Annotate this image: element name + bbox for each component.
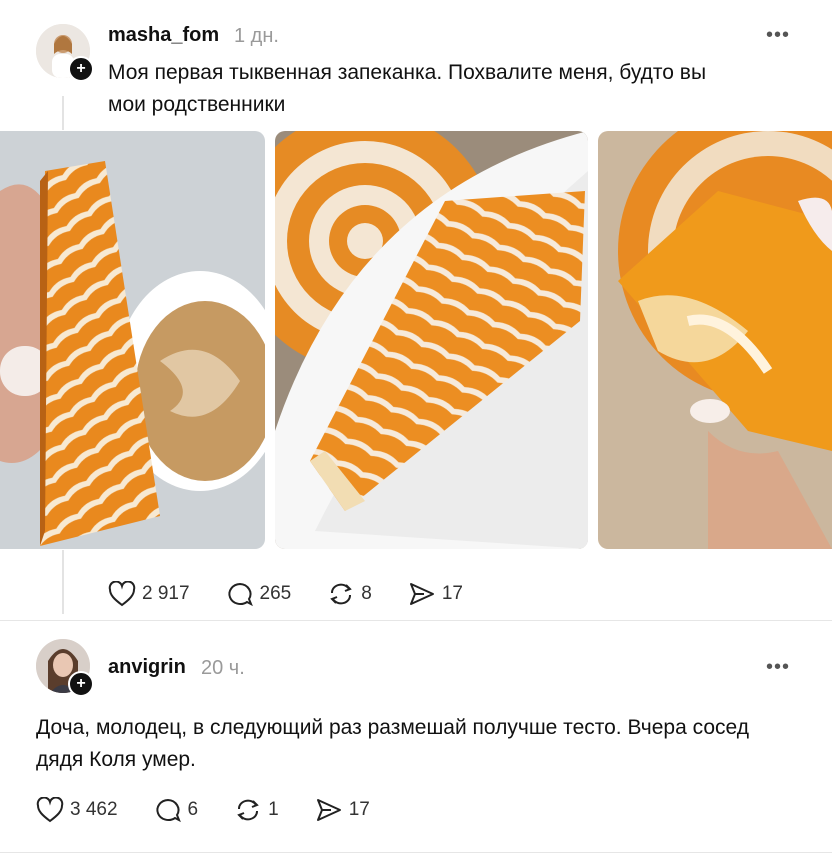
post-image-3[interactable] [598,131,832,549]
reply-text-line: Доча, молодец, в следующий раз размешай … [36,716,749,739]
post-image-1[interactable] [0,131,265,549]
post-username[interactable]: masha_fom [108,24,219,47]
reply-text-line: дядя Коля умер. [36,748,196,771]
post-image-2[interactable] [275,131,588,549]
post-masha: + masha_fom 1 дн. ••• Моя первая тыквенн… [0,0,832,620]
repost-icon [330,583,353,605]
share-button[interactable]: 17 [315,797,370,823]
reply-actions: 3 462 6 1 17 [36,797,406,823]
more-icon[interactable]: ••• [766,24,790,47]
casserole-slice-photo [0,131,265,549]
comment-count: 265 [259,583,292,604]
comment-icon [227,582,253,607]
repost-button[interactable]: 1 [234,797,279,823]
share-icon [316,799,341,821]
share-count: 17 [441,583,463,604]
reply-text: Доча, молодец, в следующий раз размешай … [36,712,816,776]
share-button[interactable]: 17 [408,581,463,607]
share-icon [409,583,434,605]
reply-time[interactable]: 20 ч. [201,657,245,680]
heart-icon [108,581,136,607]
thread-line [62,96,64,130]
heart-icon [36,797,64,823]
avatar-badge-wrap: + [36,24,94,82]
repost-button[interactable]: 8 [327,581,372,607]
avatar-badge-wrap: + [36,639,94,697]
casserole-bite-photo [598,131,832,549]
repost-icon [237,799,259,821]
follow-plus-icon[interactable]: + [68,671,94,697]
more-icon[interactable]: ••• [766,656,790,679]
repost-count: 8 [361,583,372,604]
post-anvigrin: + anvigrin 20 ч. ••• Доча, молодец, в сл… [0,621,832,856]
post-text-line: Моя первая тыквенная запеканка. Похвалит… [108,61,707,84]
reply-username[interactable]: anvigrin [108,656,186,679]
divider [0,852,832,853]
post-text-line: мои родственники [108,93,286,116]
post-time[interactable]: 1 дн. [234,25,279,48]
like-count: 3 462 [70,799,118,820]
thread-line [62,550,64,614]
like-button[interactable]: 2 917 [108,581,190,607]
like-button[interactable]: 3 462 [36,797,118,823]
like-count: 2 917 [142,583,190,604]
post-actions: 2 917 265 8 17 [108,581,499,607]
comment-icon [155,798,181,823]
share-count: 17 [348,799,370,820]
post-text: Моя первая тыквенная запеканка. Похвалит… [108,57,808,121]
repost-count: 1 [268,799,279,820]
casserole-plate-photo [275,131,588,549]
comment-count: 6 [187,799,199,820]
comment-button[interactable]: 6 [154,797,199,823]
comment-button[interactable]: 265 [226,581,292,607]
follow-plus-icon[interactable]: + [68,56,94,82]
